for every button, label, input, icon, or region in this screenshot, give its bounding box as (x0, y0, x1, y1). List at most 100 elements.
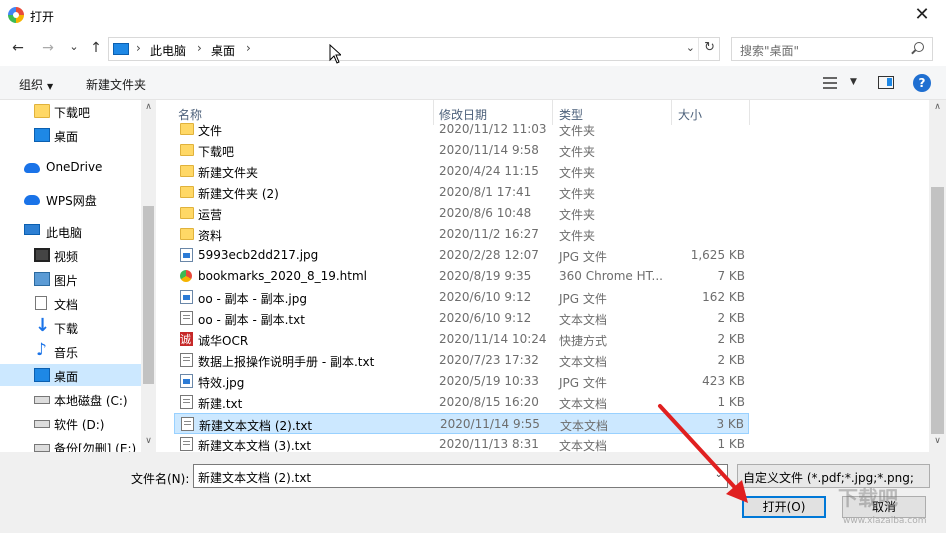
file-date: 2020/5/19 10:33 (439, 374, 539, 388)
nav-item-desktop-quick[interactable]: 桌面 (0, 124, 141, 146)
folder-icon (34, 104, 50, 118)
view-options-icon[interactable] (823, 77, 837, 89)
file-date: 2020/11/14 9:55 (440, 417, 540, 431)
file-list-scroll-thumb[interactable] (931, 187, 944, 434)
window-title: 打开 (30, 10, 55, 24)
pictures-icon (34, 272, 50, 286)
file-date: 2020/11/14 9:58 (439, 143, 539, 157)
filename-dropdown-chevron-icon[interactable]: ⌄ (715, 469, 723, 480)
refresh-icon[interactable]: ↻ (704, 40, 715, 55)
navigation-scroll-thumb[interactable] (143, 206, 154, 384)
scroll-up-icon[interactable]: ∧ (930, 102, 945, 116)
scroll-down-icon[interactable]: ∨ (930, 436, 945, 450)
file-row[interactable]: bookmarks_2020_8_19.html 2020/8/19 9:35 36… (174, 266, 749, 287)
nav-item-label: 文档 (54, 298, 79, 312)
file-date: 2020/11/12 11:03 (439, 122, 547, 136)
file-type: 文件夹 (559, 229, 596, 243)
back-button[interactable]: ← (10, 40, 26, 56)
breadcrumb-separator[interactable]: › (136, 41, 141, 55)
file-row[interactable]: oo - 副本 - 副本.txt 2020/6/10 9:12 文本文档 2 KB (174, 308, 749, 329)
file-name: 数据上报操作说明手册 - 副本.txt (198, 355, 375, 369)
nav-item-drive-e[interactable]: 备份[勿删] (E:) (0, 436, 141, 452)
file-size: 423 KB (702, 374, 745, 388)
nav-item-documents[interactable]: 文档 (0, 292, 141, 314)
nav-item-desktop[interactable]: 桌面 (0, 364, 141, 386)
nav-item-label: 视频 (54, 250, 79, 264)
organize-button[interactable]: 组织 ▼ (19, 76, 53, 93)
new-folder-button[interactable]: 新建文件夹 (86, 76, 146, 93)
recent-locations-button[interactable]: ⌄ (66, 40, 82, 53)
nav-item-drive-c[interactable]: 本地磁盘 (C:) (0, 388, 141, 410)
forward-button[interactable]: → (40, 40, 56, 56)
file-name: bookmarks_2020_8_19.html (198, 269, 368, 283)
file-size: 162 KB (702, 290, 745, 304)
close-button[interactable]: ✕ (912, 4, 932, 25)
txt-file-icon (180, 311, 193, 325)
file-date: 2020/7/23 17:32 (439, 353, 539, 367)
file-row[interactable]: 新建文件夹 2020/4/24 11:15 文件夹 (174, 161, 749, 182)
file-row[interactable]: 运营 2020/8/6 10:48 文件夹 (174, 203, 749, 224)
file-row[interactable]: 新建文本文档 (3).txt 2020/11/13 8:31 文本文档 1 KB (174, 434, 749, 452)
scroll-up-icon[interactable]: ∧ (141, 102, 156, 116)
organize-label: 组织 (19, 78, 44, 92)
file-row[interactable]: 5993ecb2dd217.jpg 2020/2/28 12:07 JPG 文件 1,… (174, 245, 749, 266)
folder-file-icon (180, 144, 194, 156)
nav-item-xiazaiba[interactable]: 下载吧 (0, 100, 141, 122)
file-list-scrollbar[interactable]: ∧ ∨ (929, 100, 946, 452)
filename-label: 文件名(N): (131, 472, 190, 486)
file-row[interactable]: 下载吧 2020/11/14 9:58 文件夹 (174, 140, 749, 161)
breadcrumb-separator[interactable]: › (197, 41, 202, 55)
breadcrumb-this-pc[interactable]: 此电脑 (150, 42, 186, 59)
search-icon (914, 42, 924, 52)
file-name: 特效.jpg (198, 376, 245, 390)
wps-cloud-icon (24, 195, 40, 205)
nav-item-music[interactable]: 音乐 (0, 340, 141, 362)
column-divider[interactable] (749, 100, 750, 125)
lnk-file-icon (180, 331, 193, 347)
drive-icon (34, 420, 50, 428)
file-type: JPG 文件 (559, 376, 607, 390)
nav-item-videos[interactable]: 视频 (0, 244, 141, 266)
navigation-scrollbar[interactable]: ∧ ∨ (141, 100, 156, 452)
file-row[interactable]: 新建文件夹 (2) 2020/8/1 17:41 文件夹 (174, 182, 749, 203)
nav-item-downloads[interactable]: 下载 (0, 315, 141, 338)
view-dropdown-caret-icon[interactable]: ▼ (850, 77, 857, 87)
nav-item-pictures[interactable]: 图片 (0, 268, 141, 290)
help-icon[interactable]: ? (913, 74, 931, 92)
file-row[interactable]: 特效.jpg 2020/5/19 10:33 JPG 文件 423 KB (174, 371, 749, 392)
drive-icon (34, 396, 50, 404)
file-row[interactable]: 资料 2020/11/2 16:27 文件夹 (174, 224, 749, 245)
open-button[interactable]: 打开(O) (742, 496, 826, 518)
preview-pane-icon[interactable] (878, 76, 894, 89)
computer-icon (24, 224, 40, 235)
file-name: 诚华OCR (198, 334, 249, 348)
nav-item-label: 备份[勿删] (E:) (54, 442, 137, 452)
file-row[interactable]: oo - 副本 - 副本.jpg 2020/6/10 9:12 JPG 文件 162 … (174, 287, 749, 308)
file-list: 名称 ^ 修改日期 类型 大小 文件 2020/11/12 11:03 文件夹 下载吧 2… (156, 100, 929, 452)
caret-down-icon: ▼ (47, 82, 54, 91)
file-type: 文本文档 (559, 397, 608, 411)
file-row[interactable]: 诚华OCR 2020/11/14 10:24 快捷方式 2 KB (174, 329, 749, 350)
file-size: 2 KB (717, 311, 745, 325)
address-bar[interactable]: › 此电脑 › 桌面 › ⌄ ↻ (108, 37, 720, 61)
file-row[interactable]: 文件 2020/11/12 11:03 文件夹 (174, 119, 749, 140)
scroll-down-icon[interactable]: ∨ (141, 436, 156, 450)
address-dropdown-chevron-icon[interactable]: ⌄ (686, 41, 695, 54)
nav-item-this-pc[interactable]: 此电脑 (0, 220, 141, 242)
file-row[interactable]: 数据上报操作说明手册 - 副本.txt 2020/7/23 17:32 文本文档 2 … (174, 350, 749, 371)
file-type-filter-select[interactable]: 自定义文件 (*.pdf;*.jpg;*.png; (737, 464, 930, 488)
up-button[interactable]: ↑ (88, 40, 104, 56)
search-input[interactable]: 搜索"桌面" (731, 37, 933, 61)
breadcrumb-separator[interactable]: › (246, 41, 251, 55)
nav-item-wps-cloud[interactable]: WPS网盘 (0, 188, 141, 210)
file-row[interactable]: 新建文本文档 (2).txt 2020/11/14 9:55 文本文档 3 KB (174, 413, 749, 434)
file-row[interactable]: 新建.txt 2020/8/15 16:20 文本文档 1 KB (174, 392, 749, 413)
title-bar: 打开 ✕ (0, 0, 946, 32)
filename-input[interactable]: 新建文本文档 (2).txt ⌄ (193, 464, 728, 488)
nav-item-onedrive[interactable]: OneDrive (0, 156, 141, 178)
txt-file-icon (180, 437, 193, 451)
file-type: 文本文档 (559, 355, 608, 369)
breadcrumb-desktop[interactable]: 桌面 (211, 42, 235, 59)
nav-item-drive-d[interactable]: 软件 (D:) (0, 412, 141, 434)
app-icon (8, 7, 24, 23)
